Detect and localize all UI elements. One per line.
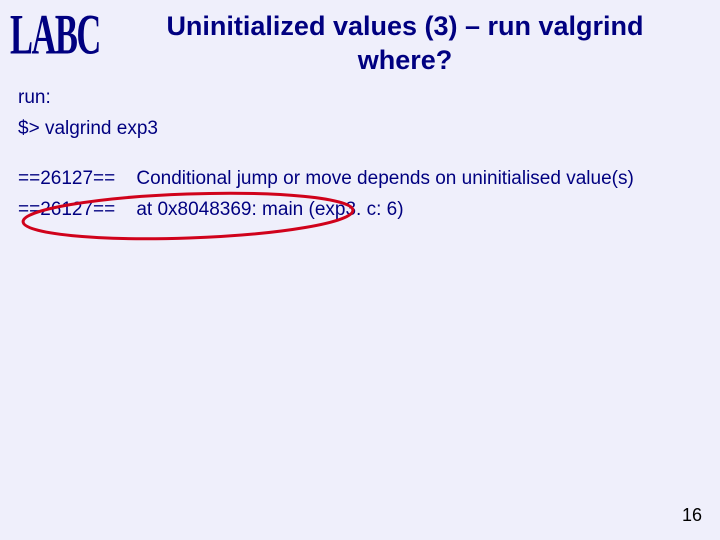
valgrind-output-line: ==26127== Conditional jump or move depen… [18,163,690,194]
slide: LABC Uninitialized values (3) – run valg… [0,0,720,540]
run-label: run: [18,82,690,113]
output-message: Conditional jump or move depends on unin… [136,168,633,189]
slide-title: Uninitialized values (3) – run valgrind … [120,10,690,78]
page-number: 16 [682,505,702,526]
logo: LABC [10,6,100,64]
slide-body: run: $> valgrind exp3 ==26127== Conditio… [18,82,690,225]
pid-marker: ==26127== [18,168,115,189]
valgrind-output-line: ==26127== at 0x8048369: main (exp3. c: 6… [18,194,690,225]
pid-marker: ==26127== [18,199,115,220]
command-line: $> valgrind exp3 [18,113,690,144]
output-message: at 0x8048369: main (exp3. c: 6) [136,199,403,220]
